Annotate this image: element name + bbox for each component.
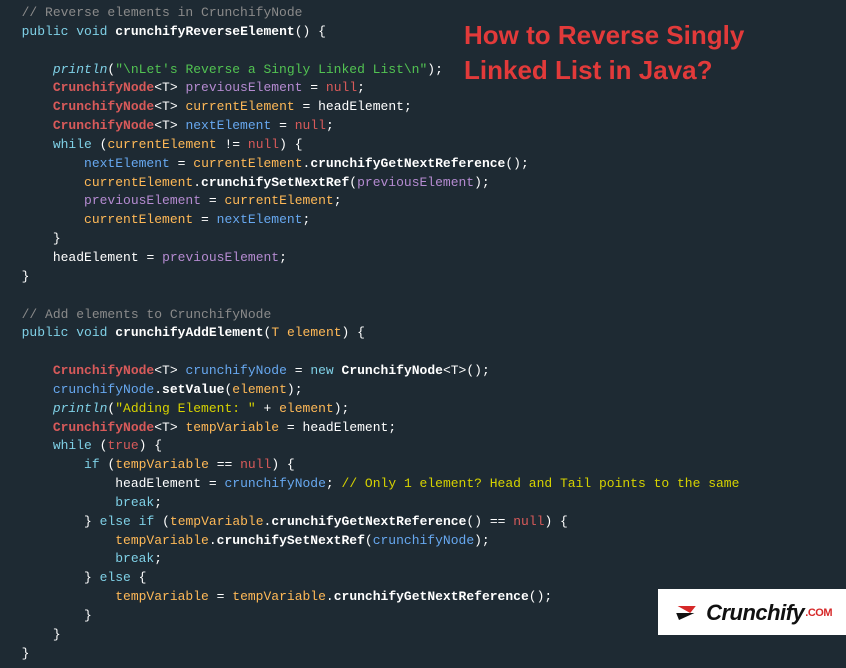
kw-while: while <box>53 137 92 152</box>
logo-text: Crunchify.COM <box>706 597 832 629</box>
method-getNextRef: crunchifyGetNextReference <box>310 156 505 171</box>
var-previousElement: previousElement <box>185 80 302 95</box>
kw-true: true <box>107 438 138 453</box>
var-headElement: headElement <box>318 99 404 114</box>
fn-println: println <box>53 62 108 77</box>
type-crunchifynode: CrunchifyNode <box>53 80 154 95</box>
logo-suffix: .COM <box>805 607 832 619</box>
code-block: // Reverse elements in CrunchifyNode pub… <box>0 0 846 668</box>
kw-break: break <box>115 495 154 510</box>
kw-new: new <box>310 363 333 378</box>
code-comment: // Reverse elements in CrunchifyNode <box>22 5 303 20</box>
method-setNextRef: crunchifySetNextRef <box>201 175 349 190</box>
arg-element: element <box>287 325 342 340</box>
method-addElement: crunchifyAddElement <box>115 325 263 340</box>
title-overlay: How to Reverse Singly Linked List in Jav… <box>464 18 824 88</box>
logo-brand: Crunchify <box>706 600 804 625</box>
kw-null: null <box>326 80 357 95</box>
kw-public: public <box>22 24 69 39</box>
string-literal: "Adding Element: " <box>115 401 255 416</box>
method-setValue: setValue <box>162 382 224 397</box>
var-nextElement: nextElement <box>185 118 271 133</box>
logo: Crunchify.COM <box>658 589 846 635</box>
kw-if: if <box>84 457 100 472</box>
method-reverse: crunchifyReverseElement <box>115 24 294 39</box>
var-currentElement: currentElement <box>185 99 294 114</box>
kw-else: else <box>100 514 131 529</box>
arg-type: T <box>271 325 279 340</box>
code-comment: // Only 1 element? Head and Tail points … <box>342 476 740 491</box>
kw-void: void <box>76 24 107 39</box>
var-crunchifyNode: crunchifyNode <box>185 363 286 378</box>
var-tempVariable: tempVariable <box>185 420 279 435</box>
code-comment: // Add elements to CrunchifyNode <box>22 307 272 322</box>
string-literal: "\nLet's Reverse a Singly Linked List\n" <box>115 62 427 77</box>
logo-icon <box>672 603 700 623</box>
